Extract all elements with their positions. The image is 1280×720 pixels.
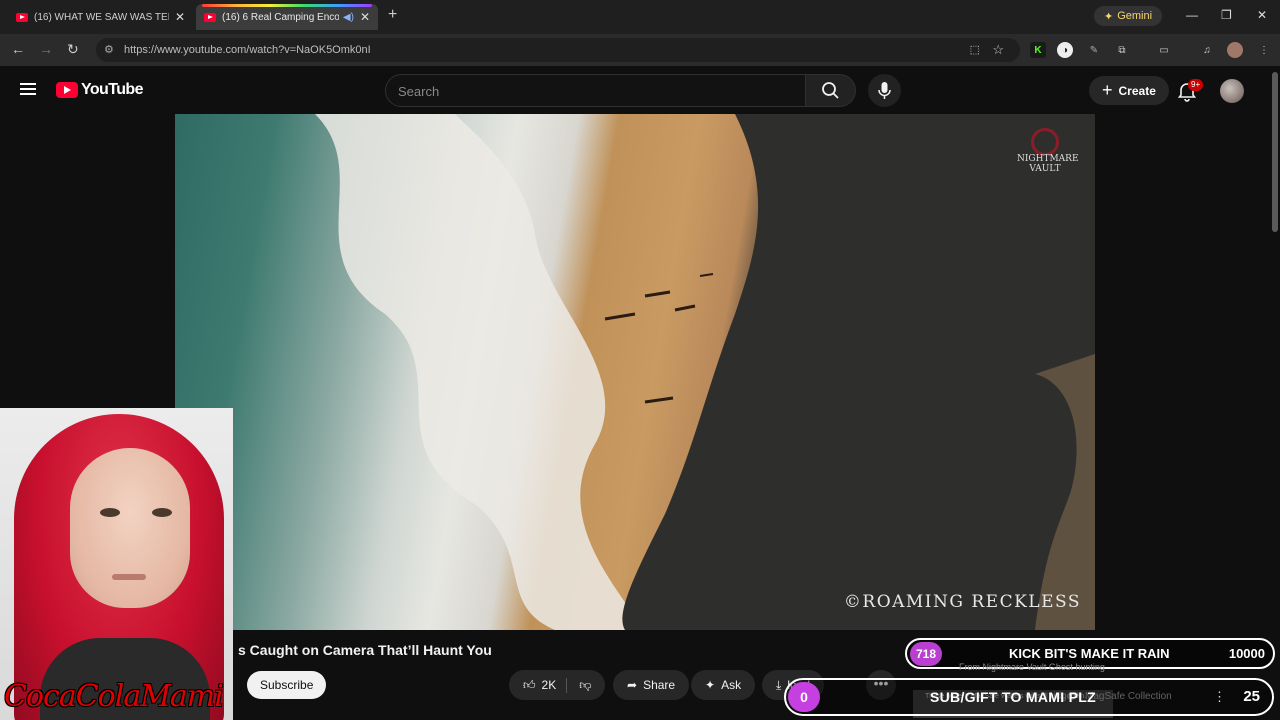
youtube-favicon-icon — [204, 12, 216, 22]
webcam-eye-right — [152, 508, 172, 517]
kick-extension-icon[interactable]: K — [1030, 42, 1046, 58]
tab-title: (16) 6 Real Camping Encou — [222, 11, 339, 23]
close-tab-icon[interactable]: ✕ — [175, 10, 185, 24]
dislike-button[interactable]: 👎︎ — [567, 678, 603, 693]
profile-avatar-icon[interactable] — [1227, 42, 1243, 58]
youtube-wordmark: YouTube — [81, 81, 143, 98]
ask-button[interactable]: ✦ Ask — [691, 670, 756, 700]
like-count: 2K — [541, 678, 557, 692]
guide-menu-icon[interactable] — [20, 83, 36, 95]
like-dislike-group: 👍︎ 2K 👎︎ — [509, 670, 605, 700]
like-button[interactable]: 👍︎ 2K — [509, 677, 568, 693]
sub-count-badge: 0 — [788, 682, 820, 712]
video-player[interactable]: NIGHTMARE VAULT ©ROAMING RECKLESS — [175, 114, 1095, 630]
webcam-face — [70, 448, 190, 608]
bookmark-star-icon[interactable]: ☆ — [992, 42, 1004, 58]
webcam-eye-left — [100, 508, 120, 517]
new-tab-button[interactable]: + — [388, 6, 397, 24]
extension-circle-icon[interactable]: ◑ — [1057, 42, 1073, 58]
gemini-label: Gemini — [1117, 10, 1153, 22]
nightmare-vault-logo: NIGHTMARE VAULT — [1017, 126, 1079, 174]
webcam-overlay: CocaColaMami — [0, 408, 233, 720]
subscribe-button[interactable]: Subscribe — [247, 671, 327, 699]
share-arrow-icon: ➦ — [627, 678, 638, 692]
bits-count-badge: 718 — [910, 642, 942, 666]
restore-icon[interactable]: ❐ — [1221, 8, 1232, 22]
notification-count-badge: 9+ — [1188, 79, 1204, 91]
pin-extension-icon[interactable]: ✎ — [1086, 42, 1102, 58]
video-title: s Caught on Camera That’ll Haunt You — [238, 642, 492, 658]
scrollbar-thumb[interactable] — [1272, 72, 1278, 232]
thumbs-up-icon: 👍︎ — [523, 677, 536, 692]
close-window-icon[interactable]: ✕ — [1257, 8, 1267, 22]
reading-mode-icon[interactable]: ▭ — [1156, 42, 1172, 58]
address-toolbar: ← → ↻ ⚙ https://www.youtube.com/watch?v=… — [0, 34, 1280, 66]
install-app-icon[interactable]: ⬚ — [970, 43, 980, 56]
close-tab-icon[interactable]: ✕ — [360, 10, 370, 24]
kick-bits-goal-bar: From Nightmare Vault Ghost hunting 718 K… — [905, 638, 1275, 672]
create-button[interactable]: + Create — [1089, 76, 1169, 105]
url-text: https://www.youtube.com/watch?v=NaOK5Omk… — [124, 44, 371, 56]
tab-title: (16) WHAT WE SAW WAS TERR — [34, 11, 169, 23]
vault-ring-icon — [1031, 128, 1059, 156]
reload-icon[interactable]: ↻ — [67, 41, 79, 58]
youtube-play-icon — [56, 82, 78, 98]
download-icon: ⤓ — [776, 677, 782, 692]
ask-label: Ask — [721, 678, 742, 692]
search-input[interactable]: Search — [385, 74, 806, 107]
bits-goal-message: KICK BIT'S MAKE IT RAIN — [1009, 646, 1170, 661]
extensions-puzzle-icon[interactable]: ⧉ — [1114, 42, 1130, 58]
browser-tab-strip: (16) WHAT WE SAW WAS TERR ✕ (16) 6 Real … — [0, 0, 1280, 34]
media-controls-icon[interactable]: ♫ — [1199, 42, 1215, 58]
vault-logo-text: NIGHTMARE VAULT — [1017, 154, 1079, 174]
tab-what-we-saw[interactable]: (16) WHAT WE SAW WAS TERR ✕ — [8, 4, 193, 30]
microphone-icon — [878, 82, 891, 99]
kebab-menu-icon[interactable]: ⋮ — [1213, 689, 1226, 705]
url-bar[interactable]: ⚙ https://www.youtube.com/watch?v=NaOK5O… — [96, 38, 1020, 62]
sub-goal-message: SUB/GIFT TO MAMI PLZ — [930, 689, 1096, 705]
youtube-masthead: YouTube Search + Create 9+ — [0, 66, 1270, 114]
back-icon[interactable]: ← — [11, 41, 25, 57]
site-settings-icon[interactable]: ⚙ — [104, 43, 114, 56]
video-frame-details — [315, 114, 1095, 630]
share-label: Share — [643, 678, 676, 692]
sparkle-icon: ✦ — [705, 678, 716, 692]
forward-icon[interactable]: → — [39, 41, 53, 57]
account-avatar[interactable] — [1220, 79, 1244, 103]
sub-goal-target: 25 — [1243, 688, 1260, 705]
create-label: Create — [1118, 83, 1156, 98]
voice-search-button[interactable] — [868, 74, 901, 107]
youtube-logo[interactable]: YouTube — [56, 81, 143, 99]
streamer-signature: CocaColaMami — [4, 679, 224, 714]
sparkle-icon: ✦ — [1104, 10, 1114, 23]
minimize-icon[interactable]: — — [1186, 8, 1198, 22]
tab-camping-encounters[interactable]: (16) 6 Real Camping Encou ◀) ✕ — [196, 4, 378, 30]
speaker-icon[interactable]: ◀) — [343, 12, 354, 23]
thumbs-down-icon: 👎︎ — [579, 677, 592, 692]
search-icon — [822, 82, 839, 99]
plus-icon: + — [1102, 80, 1113, 100]
browser-menu-icon[interactable]: ⋮ — [1256, 42, 1272, 58]
gemini-button[interactable]: ✦ Gemini — [1094, 6, 1163, 26]
search-placeholder: Search — [398, 84, 440, 99]
video-watermark: ©ROAMING RECKLESS — [843, 592, 1081, 612]
webcam-mouth — [112, 574, 146, 580]
sub-gift-goal-bar: 0 SUB/GIFT TO MAMI PLZ ⋮ 25 — [784, 678, 1274, 716]
share-button[interactable]: ➦ Share — [613, 670, 690, 700]
underlying-chip-text: From Nightmare Vault Ghost hunting — [959, 662, 1105, 672]
bits-goal-target: 10000 — [1228, 646, 1265, 661]
search-button[interactable] — [806, 74, 856, 107]
youtube-favicon-icon — [16, 12, 28, 22]
tab-playing-indicator — [202, 4, 372, 7]
